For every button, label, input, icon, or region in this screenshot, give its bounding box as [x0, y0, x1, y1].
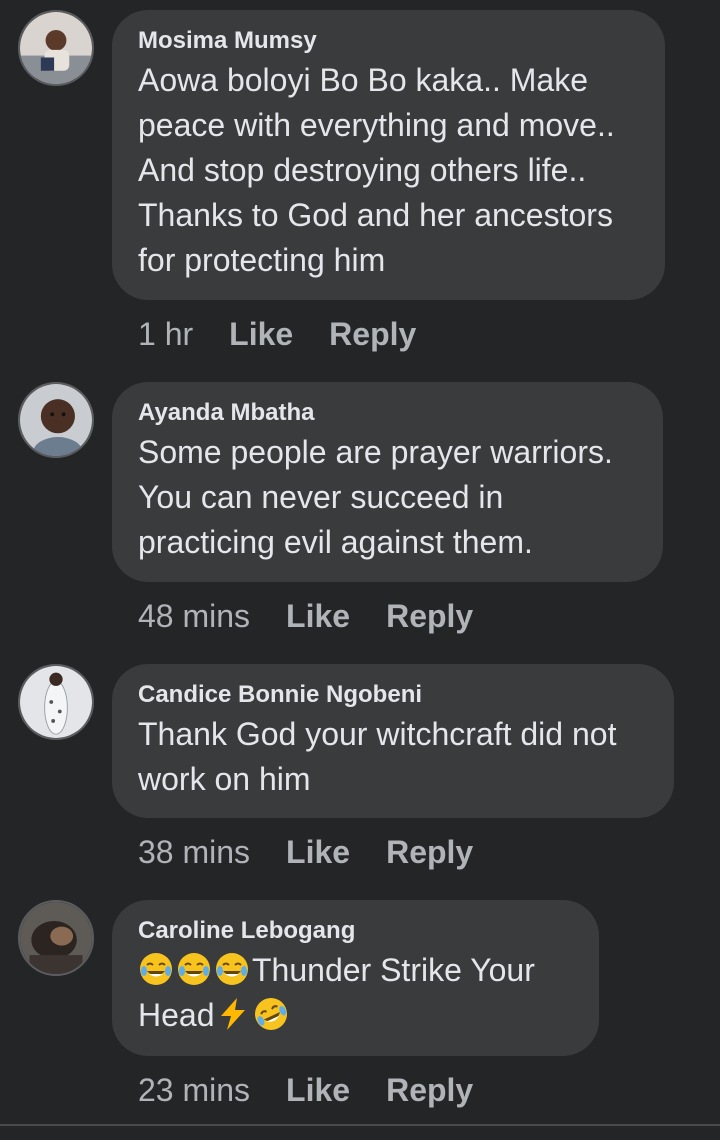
comment-text-line: peace with everything and move.. — [138, 107, 615, 143]
comment-text-line: Aowa boloyi Bo Bo kaka.. Make — [138, 62, 589, 98]
comment-author[interactable]: Ayanda Mbatha — [138, 398, 637, 428]
avatar[interactable] — [18, 664, 94, 740]
comment-bubble: Candice Bonnie Ngobeni Thank God your wi… — [112, 664, 674, 818]
face-with-tears-of-joy-icon — [176, 951, 212, 987]
divider — [0, 1124, 720, 1126]
comment-author[interactable]: Candice Bonnie Ngobeni — [138, 680, 648, 710]
rolling-on-floor-laughing-icon — [253, 996, 289, 1032]
face-with-tears-of-joy-icon — [214, 951, 250, 987]
comment-bubble: Caroline Lebogang Thunder Strike Your He… — [112, 900, 599, 1056]
avatar[interactable] — [18, 900, 94, 976]
reply-button[interactable]: Reply — [386, 1072, 473, 1109]
comment-author[interactable]: Caroline Lebogang — [138, 916, 573, 946]
like-button[interactable]: Like — [286, 598, 350, 635]
reply-button[interactable]: Reply — [386, 598, 473, 635]
like-button[interactable]: Like — [229, 316, 293, 353]
comment-text-segment: Thunder Strike Your — [252, 952, 535, 988]
comment-actions: 1 hr Like Reply — [138, 316, 452, 353]
comment-text: Thank God your witchcraft did not work o… — [138, 712, 648, 802]
comment-text-line: Some people are prayer warriors. — [138, 434, 613, 470]
comment-text-segment: Head — [138, 997, 215, 1033]
avatar[interactable] — [18, 382, 94, 458]
comment-bubble: Mosima Mumsy Aowa boloyi Bo Bo kaka.. Ma… — [112, 10, 665, 300]
like-button[interactable]: Like — [286, 1072, 350, 1109]
comment-bubble: Ayanda Mbatha Some people are prayer war… — [112, 382, 663, 582]
comment-text-line: You can never succeed in — [138, 479, 504, 515]
like-button[interactable]: Like — [286, 834, 350, 871]
comment-actions: 48 mins Like Reply — [138, 598, 509, 635]
comment-text-line: work on him — [138, 761, 311, 797]
comment-text-line: Thanks to God and her ancestors — [138, 197, 613, 233]
face-with-tears-of-joy-icon — [138, 951, 174, 987]
comment-text: Aowa boloyi Bo Bo kaka.. Make peace with… — [138, 58, 639, 283]
comment-actions: 38 mins Like Reply — [138, 834, 509, 871]
comment-text: Thunder Strike Your Head — [138, 948, 573, 1038]
reply-button[interactable]: Reply — [386, 834, 473, 871]
avatar[interactable] — [18, 10, 94, 86]
comment-author[interactable]: Mosima Mumsy — [138, 26, 639, 56]
comment-text-line: And stop destroying others life.. — [138, 152, 587, 188]
comment-text-line: for protecting him — [138, 242, 386, 278]
comment-timestamp[interactable]: 48 mins — [138, 598, 250, 635]
comment-text-line: Head — [138, 993, 573, 1038]
comment-text-line: practicing evil against them. — [138, 524, 533, 560]
comment-actions: 23 mins Like Reply — [138, 1072, 509, 1109]
comment-timestamp[interactable]: 23 mins — [138, 1072, 250, 1109]
comment-text: Some people are prayer warriors. You can… — [138, 430, 637, 565]
lightning-icon — [215, 996, 251, 1032]
reply-button[interactable]: Reply — [329, 316, 416, 353]
comment-text-line: Thunder Strike Your — [138, 948, 573, 993]
comment-timestamp[interactable]: 1 hr — [138, 316, 193, 353]
comment-text-line: Thank God your witchcraft did not — [138, 716, 617, 752]
comment-timestamp[interactable]: 38 mins — [138, 834, 250, 871]
